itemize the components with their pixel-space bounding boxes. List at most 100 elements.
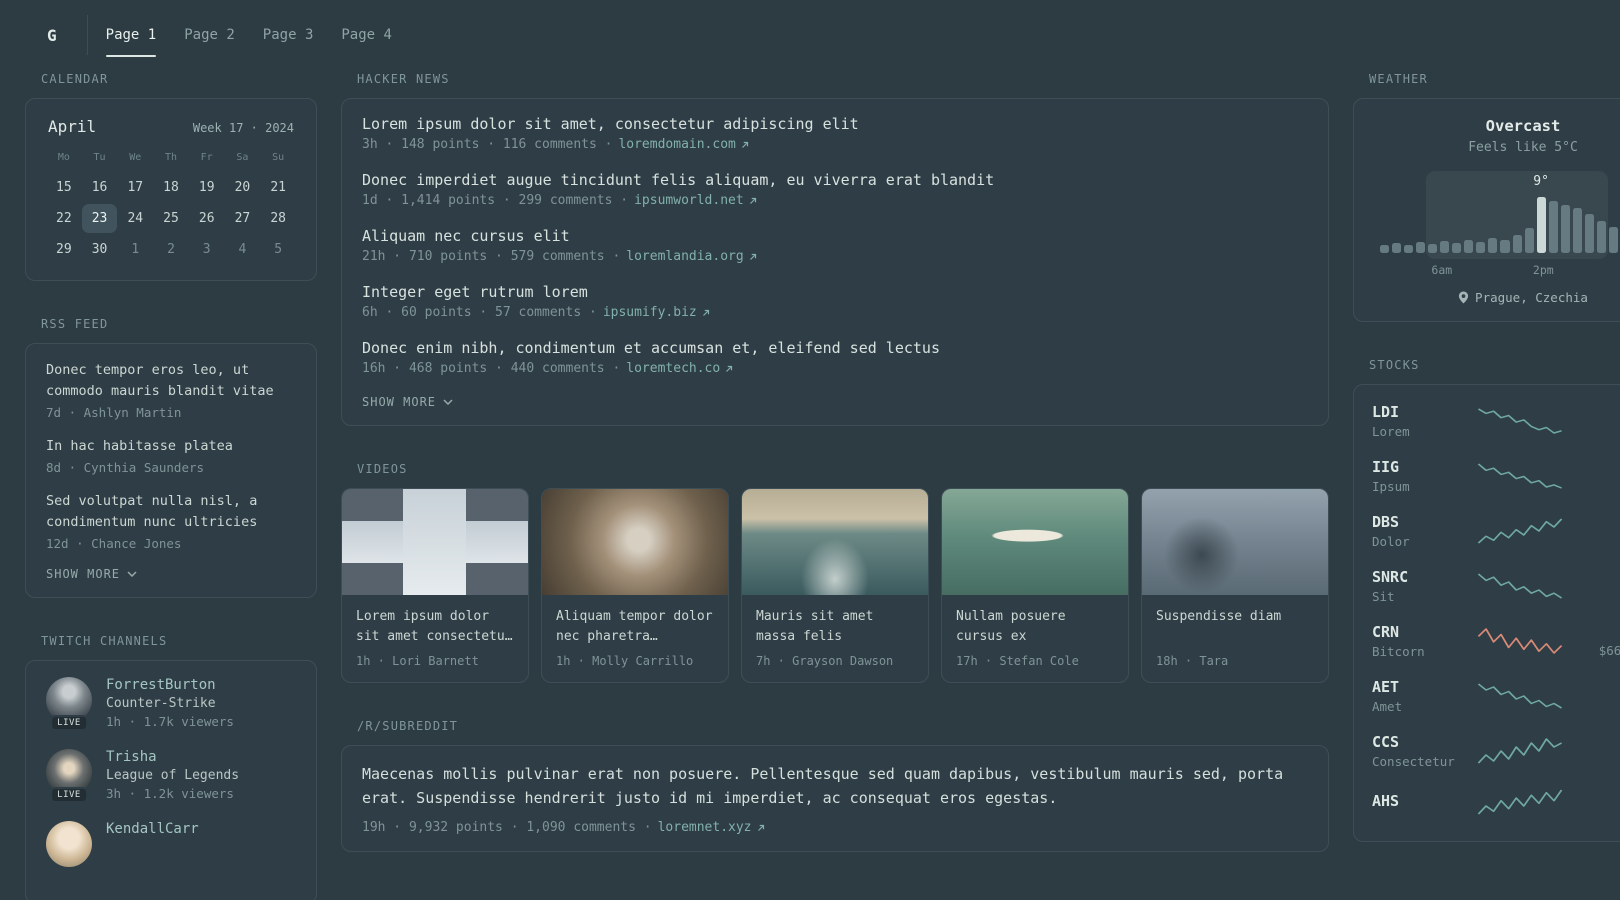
stock-row[interactable]: DBS Dolor +1.42% $156.28 xyxy=(1372,513,1620,549)
stock-symbol[interactable]: SNRC xyxy=(1372,568,1464,586)
channel-name[interactable]: ForrestBurton xyxy=(106,677,234,693)
rss-item-title[interactable]: Sed volutpat nulla nisl, a condimentum n… xyxy=(46,491,296,533)
left-column: Calendar April Week 17 · 2024 Mo Tu We Th Fr… xyxy=(25,72,317,900)
hn-item-domain-link[interactable]: ipsumworld.net xyxy=(634,193,758,208)
video-card[interactable]: Lorem ipsum dolor sit amet consectetu… 1… xyxy=(341,488,529,684)
rss-item-title[interactable]: Donec tempor eros leo, ut commodo mauris… xyxy=(46,360,296,402)
video-card[interactable]: Mauris sit amet massa felis 7h · Grayson… xyxy=(741,488,929,684)
stock-symbol[interactable]: AHS xyxy=(1372,792,1464,810)
stock-sparkline xyxy=(1477,738,1563,764)
weather-hour-bar xyxy=(1596,220,1606,253)
weather-time-labels: 6am 2pm 10pm xyxy=(1378,263,1620,278)
twitch-channel[interactable]: LIVE ForrestBurton Counter-Strike 1h · 1… xyxy=(46,676,296,731)
stock-symbol[interactable]: AET xyxy=(1372,678,1464,696)
stock-sparkline xyxy=(1477,408,1562,434)
hn-item-domain-link[interactable]: ipsumify.biz xyxy=(603,305,711,320)
reddit-post-domain-link[interactable]: loremnet.xyz xyxy=(658,820,766,835)
weather-hour-bar xyxy=(1560,204,1570,253)
hn-item: Integer eget rutrum lorem 6h · 60 points… xyxy=(362,283,1308,320)
weather-time-label: 2pm xyxy=(1532,263,1554,277)
tab-page-3[interactable]: Page 3 xyxy=(249,0,328,70)
calendar-day: 2 xyxy=(167,242,175,257)
hn-item-domain-link[interactable]: loremlandia.org xyxy=(626,249,757,264)
stock-row[interactable]: CRN Bitcorn -1.00% $66,171.48 xyxy=(1372,623,1620,659)
tab-page-2[interactable]: Page 2 xyxy=(170,0,249,70)
hn-item: Donec imperdiet augue tincidunt felis al… xyxy=(362,171,1308,208)
stock-sparkline xyxy=(1477,463,1562,489)
video-title[interactable]: Suspendisse diam xyxy=(1156,607,1314,647)
stock-price: $795.18 xyxy=(1576,423,1620,438)
hn-item-title[interactable]: Donec enim nibh, condimentum et accumsan… xyxy=(362,339,1308,357)
avatar: LIVE xyxy=(46,676,92,731)
stock-row[interactable]: IIG Ipsum +2.84% $42.04 xyxy=(1372,458,1620,494)
hn-item-domain-link[interactable]: loremtech.co xyxy=(626,361,734,376)
stock-symbol[interactable]: CRN xyxy=(1372,623,1464,641)
reddit-post-title[interactable]: Maecenas mollis pulvinar erat non posuer… xyxy=(362,762,1308,810)
calendar-widget: Calendar April Week 17 · 2024 Mo Tu We Th Fr… xyxy=(25,72,317,281)
video-title[interactable]: Nullam posuere cursus ex xyxy=(956,607,1114,647)
location-pin-icon xyxy=(1458,291,1469,304)
weather-hour-bar xyxy=(1404,245,1414,253)
hn-item-title[interactable]: Aliquam nec cursus elit xyxy=(362,227,1308,245)
stock-symbol[interactable]: LDI xyxy=(1372,403,1464,421)
twitch-channel[interactable]: LIVE Trisha League of Legends 3h · 1.2k … xyxy=(46,748,296,803)
video-card[interactable]: Nullam posuere cursus ex 17h · Stefan Co… xyxy=(941,488,1129,684)
stock-price: $499.72 xyxy=(1576,698,1620,713)
video-title[interactable]: Aliquam tempor dolor nec pharetra… xyxy=(556,607,714,647)
live-badge: LIVE xyxy=(50,786,88,803)
rss-item-title[interactable]: In hac habitasse platea xyxy=(46,436,296,457)
calendar-day: 28 xyxy=(270,211,286,226)
twitch-channel[interactable]: KendallCarr xyxy=(46,820,296,867)
video-thumbnail[interactable] xyxy=(342,489,528,595)
stock-row[interactable]: CCS Consectetur +0.51% $165.84 xyxy=(1372,733,1620,769)
stock-row[interactable]: LDI Lorem +4.35% $795.18 xyxy=(1372,403,1620,439)
stock-sparkline xyxy=(1477,573,1563,599)
calendar-day: 29 xyxy=(56,242,72,257)
rss-show-more-button[interactable]: SHOW MORE xyxy=(46,567,296,581)
video-thumbnail[interactable] xyxy=(1142,489,1328,595)
stock-name: Amet xyxy=(1372,699,1403,714)
video-thumbnail[interactable] xyxy=(942,489,1128,595)
weather-hour-bar xyxy=(1548,201,1558,253)
calendar-day: 30 xyxy=(91,242,108,257)
stock-row[interactable]: AET Amet +0.92% $499.72 xyxy=(1372,678,1620,714)
external-link-icon xyxy=(757,824,764,831)
videos-widget: Videos Lorem ipsum dolor sit amet consec… xyxy=(341,462,1329,684)
video-title[interactable]: Mauris sit amet massa felis xyxy=(756,607,914,647)
hn-item-meta: 3h · 148 points · 116 comments · loremdo… xyxy=(362,137,1308,152)
video-card[interactable]: Suspendisse diam 18h · Tara xyxy=(1141,488,1329,684)
channel-name[interactable]: KendallCarr xyxy=(106,821,199,837)
video-thumbnail[interactable] xyxy=(742,489,928,595)
hn-item-title[interactable]: Donec imperdiet augue tincidunt felis al… xyxy=(362,171,1308,189)
app-logo[interactable]: G xyxy=(25,15,88,55)
stock-symbol[interactable]: DBS xyxy=(1372,513,1464,531)
video-title[interactable]: Lorem ipsum dolor sit amet consectetu… xyxy=(356,607,514,647)
subreddit-card: Maecenas mollis pulvinar erat non posuer… xyxy=(341,745,1329,853)
calendar-dayname: Tu xyxy=(93,152,106,163)
rss-show-more-label: SHOW MORE xyxy=(46,566,121,581)
video-body: Mauris sit amet massa felis 7h · Grayson… xyxy=(742,595,928,682)
stock-symbol[interactable]: IIG xyxy=(1372,458,1464,476)
stock-row[interactable]: AHS +0.46% xyxy=(1372,788,1620,816)
channel-name[interactable]: Trisha xyxy=(106,749,239,765)
video-card[interactable]: Aliquam tempor dolor nec pharetra… 1h · … xyxy=(541,488,729,684)
stock-row[interactable]: SNRC Sit +1.36% $148.64 xyxy=(1372,568,1620,604)
weather-hour-bar xyxy=(1608,227,1618,253)
hn-item-stats: 1d · 1,414 points · 299 comments · xyxy=(362,193,629,208)
hn-item-title[interactable]: Lorem ipsum dolor sit amet, consectetur … xyxy=(362,115,1308,133)
hn-item-title[interactable]: Integer eget rutrum lorem xyxy=(362,283,1308,301)
video-meta: 1h · Molly Carrillo xyxy=(556,654,694,669)
avatar xyxy=(46,820,92,867)
hn-item-domain-link[interactable]: loremdomain.com xyxy=(618,137,749,152)
calendar-dayname: We xyxy=(129,152,142,163)
tab-page-4[interactable]: Page 4 xyxy=(327,0,406,70)
video-thumbnail[interactable] xyxy=(542,489,728,595)
weather-hour-bar xyxy=(1452,242,1462,253)
rss-widget-title: RSS Feed xyxy=(41,317,109,331)
tab-page-1[interactable]: Page 1 xyxy=(92,0,171,70)
video-meta: 7h · Grayson Dawson xyxy=(756,654,894,669)
hn-show-more-button[interactable]: SHOW MORE xyxy=(362,395,1308,409)
stock-symbol[interactable]: CCS xyxy=(1372,733,1464,751)
weather-feels-like: Feels like 5°C xyxy=(1468,140,1578,155)
weather-bars xyxy=(1378,197,1620,253)
